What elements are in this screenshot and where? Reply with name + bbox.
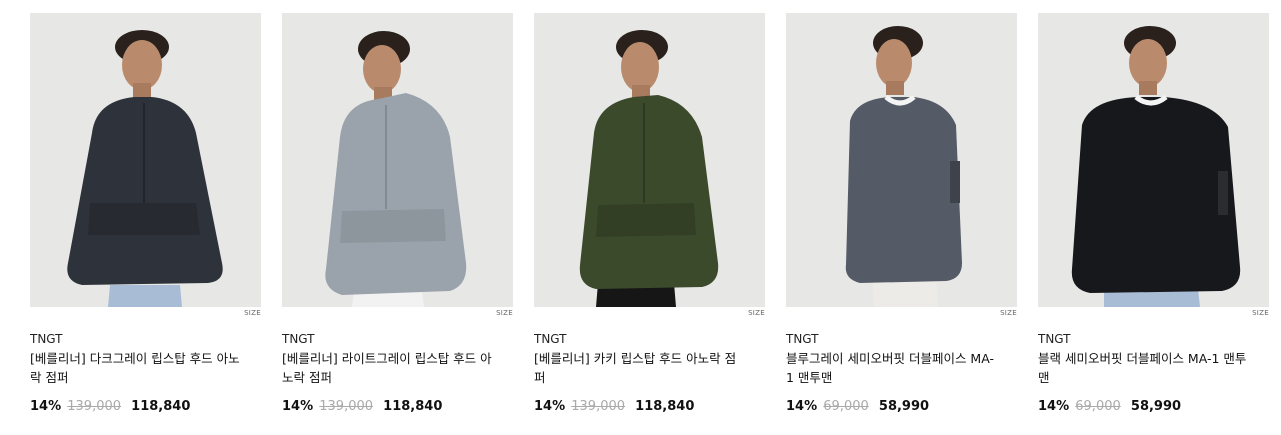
model-photo bbox=[1038, 13, 1269, 307]
price-row: 14% 69,000 58,990 bbox=[1038, 399, 1271, 415]
original-price: 69,000 bbox=[823, 399, 869, 414]
original-price: 69,000 bbox=[1075, 399, 1121, 414]
discount-rate: 14% bbox=[786, 399, 818, 414]
sale-price: 118,840 bbox=[635, 399, 695, 414]
size-guide-link[interactable]: SIZE bbox=[496, 309, 513, 317]
sale-price: 118,840 bbox=[131, 399, 191, 414]
product-title[interactable]: [베를리너] 다크그레이 립스탑 후드 아노락 점퍼 bbox=[30, 349, 240, 387]
product-title[interactable]: [베를리너] 카키 립스탑 후드 아노락 점퍼 bbox=[534, 349, 744, 387]
sale-price: 58,990 bbox=[878, 399, 930, 414]
sale-price: 58,990 bbox=[1130, 399, 1182, 414]
original-price: 139,000 bbox=[571, 399, 626, 414]
product-image[interactable] bbox=[786, 13, 1017, 307]
discount-rate: 14% bbox=[30, 399, 62, 414]
product-image[interactable] bbox=[30, 13, 261, 307]
product-grid: SIZE TNGT [베를리너] 다크그레이 립스탑 후드 아노락 점퍼 14%… bbox=[0, 0, 1281, 435]
original-price: 139,000 bbox=[319, 399, 374, 414]
discount-rate: 14% bbox=[534, 399, 566, 414]
size-guide-link[interactable]: SIZE bbox=[748, 309, 765, 317]
product-card[interactable]: SIZE TNGT 블랙 세미오버핏 더블페이스 MA-1 맨투맨 14% 69… bbox=[1038, 13, 1271, 415]
discount-rate: 14% bbox=[282, 399, 314, 414]
product-title[interactable]: 블루그레이 세미오버핏 더블페이스 MA-1 맨투맨 bbox=[786, 349, 996, 387]
size-guide-link[interactable]: SIZE bbox=[244, 309, 261, 317]
product-image[interactable] bbox=[534, 13, 765, 307]
model-photo bbox=[282, 13, 513, 307]
product-title[interactable]: 블랙 세미오버핏 더블페이스 MA-1 맨투맨 bbox=[1038, 349, 1248, 387]
sale-price: 118,840 bbox=[383, 399, 443, 414]
product-card[interactable]: SIZE TNGT 블루그레이 세미오버핏 더블페이스 MA-1 맨투맨 14%… bbox=[786, 13, 1019, 415]
product-card[interactable]: SIZE TNGT [베를리너] 카키 립스탑 후드 아노락 점퍼 14% 13… bbox=[534, 13, 767, 415]
product-card[interactable]: SIZE TNGT [베를리너] 다크그레이 립스탑 후드 아노락 점퍼 14%… bbox=[30, 13, 263, 415]
original-price: 139,000 bbox=[67, 399, 122, 414]
model-photo bbox=[534, 13, 765, 307]
brand-name[interactable]: TNGT bbox=[1038, 332, 1271, 346]
product-title[interactable]: [베를리너] 라이트그레이 립스탑 후드 아노락 점퍼 bbox=[282, 349, 492, 387]
product-card[interactable]: SIZE TNGT [베를리너] 라이트그레이 립스탑 후드 아노락 점퍼 14… bbox=[282, 13, 515, 415]
model-photo bbox=[786, 13, 1017, 307]
product-image[interactable] bbox=[282, 13, 513, 307]
size-guide-link[interactable]: SIZE bbox=[1252, 309, 1269, 317]
price-row: 14% 139,000 118,840 bbox=[534, 399, 767, 415]
brand-name[interactable]: TNGT bbox=[30, 332, 263, 346]
price-row: 14% 139,000 118,840 bbox=[30, 399, 263, 415]
brand-name[interactable]: TNGT bbox=[282, 332, 515, 346]
price-row: 14% 69,000 58,990 bbox=[786, 399, 1019, 415]
product-image[interactable] bbox=[1038, 13, 1269, 307]
brand-name[interactable]: TNGT bbox=[534, 332, 767, 346]
price-row: 14% 139,000 118,840 bbox=[282, 399, 515, 415]
model-photo bbox=[30, 13, 261, 307]
size-guide-link[interactable]: SIZE bbox=[1000, 309, 1017, 317]
brand-name[interactable]: TNGT bbox=[786, 332, 1019, 346]
discount-rate: 14% bbox=[1038, 399, 1070, 414]
